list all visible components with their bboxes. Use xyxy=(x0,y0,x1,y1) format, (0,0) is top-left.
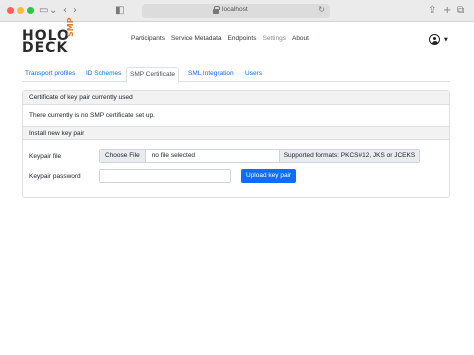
privacy-shield-icon[interactable]: ◧ xyxy=(115,4,124,18)
install-keypair-header: Install new key pair xyxy=(23,126,449,140)
keypair-file-input[interactable]: Choose File no file selected Supported f… xyxy=(99,149,421,163)
address-bar[interactable]: localhost ↻ xyxy=(142,4,330,18)
file-status-text: no file selected xyxy=(145,150,279,162)
supported-formats-addon: Supported formats: PKCS#12, JKS or JCEKS xyxy=(278,150,420,162)
tab-id-schemes[interactable]: ID Schemes xyxy=(83,67,124,82)
settings-tabs: Transport profiles ID Schemes SMP Certif… xyxy=(22,67,450,83)
user-avatar-icon[interactable] xyxy=(429,34,440,45)
tab-overview-icon[interactable]: ⧉ xyxy=(457,4,464,18)
current-certificate-header: Certificate of key pair currently used xyxy=(23,91,449,105)
tab-transport-profiles[interactable]: Transport profiles xyxy=(22,67,78,82)
tab-smp-certificate[interactable]: SMP Certificate xyxy=(126,67,180,83)
new-tab-icon[interactable]: + xyxy=(443,4,451,18)
nav-about[interactable]: About xyxy=(292,35,309,42)
upload-keypair-button[interactable]: Upload key pair xyxy=(241,169,297,183)
nav-participants[interactable]: Participants xyxy=(131,35,165,42)
logo-line-2: DECK xyxy=(22,40,69,56)
sidebar-icon[interactable]: ▭ xyxy=(39,4,48,18)
url-text: localhost xyxy=(222,6,248,13)
no-certificate-message: There currently is no SMP certificate se… xyxy=(29,112,155,119)
back-icon[interactable]: ‹ xyxy=(63,4,67,18)
choose-file-button[interactable]: Choose File xyxy=(100,150,146,162)
nav-service-metadata[interactable]: Service Metadata xyxy=(171,35,222,42)
tab-users[interactable]: Users xyxy=(242,67,265,82)
nav-settings[interactable]: Settings xyxy=(262,35,286,42)
lock-icon xyxy=(213,6,220,14)
nav-endpoints[interactable]: Endpoints xyxy=(228,35,257,42)
chevron-down-icon[interactable]: ⌄ xyxy=(49,4,57,18)
forward-icon[interactable]: › xyxy=(73,4,77,18)
share-icon[interactable]: ⇪ xyxy=(428,4,436,18)
reload-icon[interactable]: ↻ xyxy=(318,5,325,14)
holodeck-smp-logo[interactable]: HOLO DECK SMP xyxy=(22,17,75,56)
window-minimize-button[interactable] xyxy=(17,7,24,14)
user-menu-caret-icon[interactable]: ▼ xyxy=(444,37,448,43)
window-close-button[interactable] xyxy=(7,7,14,14)
keypair-password-input[interactable] xyxy=(99,169,231,183)
main-nav: Participants Service Metadata Endpoints … xyxy=(131,35,309,42)
tab-sml-integration[interactable]: SML Integration xyxy=(185,67,237,82)
certificate-card: Certificate of key pair currently used T… xyxy=(22,90,450,198)
keypair-file-label: Keypair file xyxy=(29,153,62,160)
logo-badge: SMP xyxy=(66,17,75,37)
window-maximize-button[interactable] xyxy=(27,7,34,14)
keypair-password-label: Keypair password xyxy=(29,173,81,180)
